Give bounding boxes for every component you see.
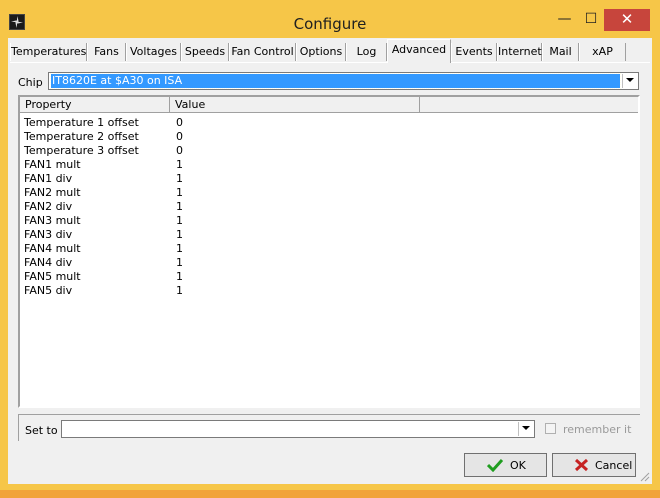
tab-temperatures[interactable]: Temperatures: [10, 43, 87, 61]
value-cell: 1: [176, 270, 183, 283]
chevron-down-icon: [626, 78, 634, 82]
table-row[interactable]: FAN2 div 1: [20, 200, 638, 214]
property-cell: Temperature 1 offset: [24, 116, 139, 129]
tab-mail[interactable]: Mail: [542, 43, 579, 61]
value-cell: 1: [176, 242, 183, 255]
tab-fan-control[interactable]: Fan Control: [229, 43, 296, 61]
table-row[interactable]: FAN4 div 1: [20, 256, 638, 270]
minimize-button[interactable]: —: [551, 9, 578, 31]
cancel-label: Cancel: [595, 459, 633, 472]
value-cell: 0: [176, 130, 183, 143]
value-cell: 1: [176, 256, 183, 269]
value-cell: 0: [176, 144, 183, 157]
tab-advanced[interactable]: Advanced: [387, 39, 451, 63]
property-cell: FAN3 mult: [24, 214, 81, 227]
list-rows: Temperature 1 offset 0 Temperature 2 offse…: [20, 116, 638, 298]
tab-xap[interactable]: xAP: [579, 43, 626, 61]
set-to-dropdown-button[interactable]: [518, 422, 533, 436]
title-bar[interactable]: Configure — ☐ ✕: [0, 0, 660, 38]
table-row[interactable]: FAN5 mult 1: [20, 270, 638, 284]
value-cell: 1: [176, 186, 183, 199]
chip-select[interactable]: IT8620E at $A30 on ISA: [48, 72, 639, 90]
value-cell: 1: [176, 172, 183, 185]
close-button[interactable]: ✕: [604, 9, 650, 31]
property-cell: FAN5 div: [24, 284, 73, 297]
chip-dropdown-button[interactable]: [622, 74, 637, 88]
cancel-button[interactable]: Cancel: [552, 453, 636, 477]
maximize-button[interactable]: ☐: [578, 9, 604, 31]
value-cell: 1: [176, 214, 183, 227]
checkmark-icon: [487, 458, 503, 472]
column-header-property[interactable]: Property: [20, 97, 170, 112]
chip-label: Chip: [18, 76, 43, 89]
table-row[interactable]: FAN4 mult 1: [20, 242, 638, 256]
value-cell: 1: [176, 158, 183, 171]
table-row[interactable]: FAN5 div 1: [20, 284, 638, 298]
set-to-combo[interactable]: [61, 420, 535, 438]
tab-events[interactable]: Events: [451, 43, 497, 61]
dialog-client-area: Temperatures Fans Voltages Speeds Fan Co…: [8, 38, 652, 484]
ok-button[interactable]: OK: [464, 453, 547, 477]
tab-log[interactable]: Log: [346, 43, 387, 61]
value-cell: 1: [176, 284, 183, 297]
list-header: Property Value: [20, 97, 638, 113]
property-cell: FAN2 div: [24, 200, 73, 213]
remember-checkbox[interactable]: [545, 423, 556, 434]
remember-label: remember it: [563, 423, 632, 436]
value-cell: 1: [176, 200, 183, 213]
properties-list[interactable]: Property Value Temperature 1 offset 0 Temp…: [18, 95, 640, 408]
tab-internet[interactable]: Internet: [497, 43, 542, 61]
property-cell: FAN4 mult: [24, 242, 81, 255]
property-cell: FAN1 mult: [24, 158, 81, 171]
table-row[interactable]: Temperature 1 offset 0: [20, 116, 638, 130]
configure-window: Configure — ☐ ✕ Temperatures Fans Voltag…: [0, 0, 660, 490]
red-x-icon: [574, 458, 589, 472]
ok-label: OK: [510, 459, 526, 472]
property-cell: FAN1 div: [24, 172, 73, 185]
table-row[interactable]: FAN3 mult 1: [20, 214, 638, 228]
property-cell: FAN2 mult: [24, 186, 81, 199]
set-to-label: Set to: [25, 424, 58, 437]
set-to-group: Set to remember it: [18, 414, 640, 441]
property-cell: Temperature 2 offset: [24, 130, 139, 143]
table-row[interactable]: FAN1 div 1: [20, 172, 638, 186]
resize-grip-icon[interactable]: [640, 472, 650, 482]
table-row[interactable]: FAN3 div 1: [20, 228, 638, 242]
table-row[interactable]: FAN1 mult 1: [20, 158, 638, 172]
property-cell: FAN4 div: [24, 256, 73, 269]
tab-options[interactable]: Options: [296, 43, 346, 61]
tab-speeds[interactable]: Speeds: [181, 43, 229, 61]
chip-selected-value: IT8620E at $A30 on ISA: [50, 73, 621, 89]
tab-fans[interactable]: Fans: [87, 43, 126, 61]
property-cell: Temperature 3 offset: [24, 144, 139, 157]
table-row[interactable]: FAN2 mult 1: [20, 186, 638, 200]
value-cell: 0: [176, 116, 183, 129]
column-header-value[interactable]: Value: [170, 97, 420, 112]
table-row[interactable]: Temperature 2 offset 0: [20, 130, 638, 144]
value-cell: 1: [176, 228, 183, 241]
table-row[interactable]: Temperature 3 offset 0: [20, 144, 638, 158]
column-header-empty[interactable]: [420, 97, 638, 112]
property-cell: FAN3 div: [24, 228, 73, 241]
tab-voltages[interactable]: Voltages: [126, 43, 181, 61]
chevron-down-icon: [522, 426, 530, 430]
property-cell: FAN5 mult: [24, 270, 81, 283]
advanced-panel: Chip IT8620E at $A30 on ISA Property Val…: [12, 62, 648, 442]
